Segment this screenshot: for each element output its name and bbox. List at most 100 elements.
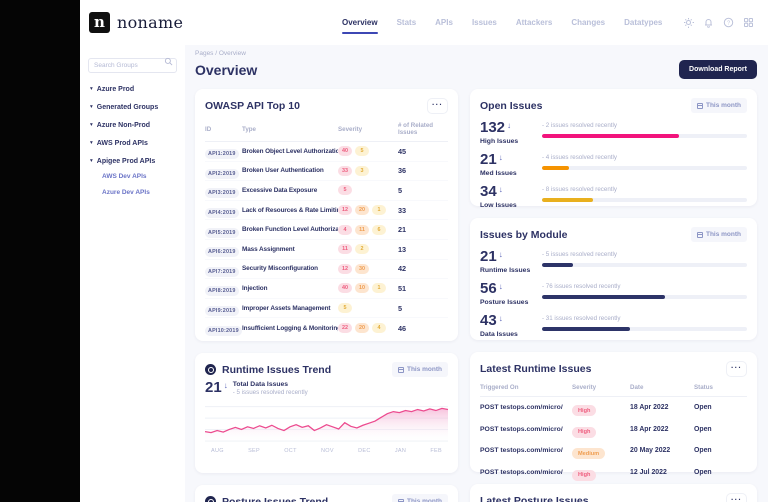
more-menu-icon[interactable]: ··· — [427, 98, 448, 114]
owasp-table-row[interactable]: API3:2019Excessive Data Exposure55 — [205, 181, 448, 201]
metric-note: - 76 issues resolved recently — [542, 283, 747, 290]
severity-badge: High — [572, 405, 596, 416]
related-issues-count: 51 — [398, 284, 448, 293]
sidebar-item-aws-prod-apis[interactable]: ▾ AWS Prod APIs — [90, 140, 177, 147]
owasp-top10-card: OWASP API Top 10 ··· ID Type Severity # … — [195, 89, 458, 341]
issue-endpoint: POST testops.com/micro/ — [480, 469, 572, 476]
related-issues-count: 33 — [398, 206, 448, 215]
gear-icon[interactable] — [683, 17, 694, 28]
api-id-pill: API3:2019 — [205, 188, 239, 198]
severity-badge: 10 — [355, 283, 369, 293]
severity-badge: 22 — [338, 323, 352, 333]
more-menu-icon[interactable]: ··· — [726, 493, 747, 502]
owasp-table-row[interactable]: API4:2019Lack of Resources & Rate Limiti… — [205, 201, 448, 221]
sidebar-item-aws-dev-apis[interactable]: AWS Dev APIs — [102, 173, 177, 180]
nav-attackers[interactable]: Attackers — [516, 18, 552, 27]
this-month-filter[interactable]: This month — [392, 494, 448, 502]
x-axis-labels: AUG SEP OCT NOV DEC JAN FEB — [205, 447, 448, 454]
owasp-table-row[interactable]: API10:2019Insufficient Logging & Monitor… — [205, 318, 448, 338]
api-id-pill: API7:2019 — [205, 267, 239, 277]
month-tick: SEP — [248, 448, 260, 454]
nav-stats[interactable]: Stats — [397, 18, 417, 27]
progress-bar — [542, 198, 593, 202]
related-issues-count: 45 — [398, 147, 448, 156]
down-arrow-icon: ↓ — [499, 282, 503, 291]
latest-issue-row[interactable]: POST testops.com/micro/High18 Apr 2022Op… — [480, 397, 747, 419]
related-issues-count: 21 — [398, 225, 448, 234]
owasp-table-row[interactable]: API1:2019Broken Object Level Authorizati… — [205, 142, 448, 162]
nav-issues[interactable]: Issues — [472, 18, 497, 27]
sidebar-item-azure-prod[interactable]: ▾ Azure Prod — [90, 86, 177, 93]
this-month-filter[interactable]: This month — [691, 98, 747, 113]
this-month-filter[interactable]: This month — [392, 362, 448, 377]
period-label: This month — [706, 102, 741, 109]
owasp-table-row[interactable]: API6:2019Mass Assignment11213 — [205, 240, 448, 260]
period-label: This month — [407, 498, 442, 502]
content-area: Pages / Overview Overview Download Repor… — [185, 45, 768, 502]
brand-logo[interactable]: n noname — [89, 12, 183, 33]
nav-changes[interactable]: Changes — [571, 18, 605, 27]
metric-label: Data Issues — [480, 331, 542, 338]
severity-badge: 5 — [338, 303, 352, 313]
latest-issue-row[interactable]: POST testops.com/micro/High18 Apr 2022Op… — [480, 419, 747, 441]
severity-badges: 40101 — [338, 283, 398, 293]
owasp-table-row[interactable]: API9:2019Improper Assets Management55 — [205, 299, 448, 319]
severity-badges: 1230 — [338, 264, 398, 274]
bell-icon[interactable] — [703, 17, 714, 28]
month-tick: JAN — [395, 448, 406, 454]
top-navigation: Overview Stats APIs Issues Attackers Cha… — [342, 0, 662, 45]
latest-issue-row[interactable]: POST testops.com/micro/High12 Jul 2022Op… — [480, 462, 747, 484]
help-icon[interactable]: ? — [723, 17, 734, 28]
related-issues-count: 5 — [398, 304, 448, 313]
apigee-children: AWS Dev APIs Azure Dev APIs — [102, 173, 177, 196]
owasp-table-row[interactable]: API8:2019Injection4010151 — [205, 279, 448, 299]
sidebar-item-apigee-prod-apis[interactable]: ▾ Apigee Prod APIs — [90, 158, 177, 165]
metric-right: - 2 issues resolved recently — [542, 120, 747, 138]
severity-badge: 4 — [372, 323, 386, 333]
card-title: Open Issues — [480, 100, 542, 112]
owasp-table-row[interactable]: API7:2019Security Misconfiguration123042 — [205, 260, 448, 280]
related-issues-count: 5 — [398, 186, 448, 195]
latest-issue-row[interactable]: POST testops.com/micro/Medium20 May 2022… — [480, 440, 747, 462]
severity-badge: High — [572, 470, 596, 481]
stat-label: Total Data Issues — [233, 381, 308, 388]
severity-badge: 40 — [338, 283, 352, 293]
target-icon — [205, 496, 216, 502]
api-id-pill: API4:2019 — [205, 208, 239, 218]
card-title: Issues by Module — [480, 229, 568, 241]
this-month-filter[interactable]: This month — [691, 227, 747, 242]
down-arrow-icon: ↓ — [499, 185, 503, 194]
brand-wordmark: noname — [117, 13, 183, 32]
api-id-pill: API5:2019 — [205, 228, 239, 238]
sidebar-item-azure-non-prod[interactable]: ▾ Azure Non-Prod — [90, 122, 177, 129]
api-id-pill: API9:2019 — [205, 306, 239, 316]
month-tick: OCT — [284, 448, 297, 454]
issue-type: Broken Function Level Authorization — [242, 226, 338, 233]
issue-type: Injection — [242, 285, 338, 292]
progress-bar — [542, 327, 630, 331]
nav-apis[interactable]: APIs — [435, 18, 453, 27]
owasp-table-row[interactable]: API2:2019Broken User Authentication33336 — [205, 162, 448, 182]
noname-logo-icon: n — [89, 12, 110, 33]
severity-badges: 22204 — [338, 323, 398, 333]
owasp-table-row[interactable]: API5:2019Broken Function Level Authoriza… — [205, 220, 448, 240]
sidebar-item-azure-dev-apis[interactable]: Azure Dev APIs — [102, 189, 177, 196]
nav-datatypes[interactable]: Datatypes — [624, 18, 662, 27]
sidebar-item-generated-groups[interactable]: ▾ Generated Groups — [90, 104, 177, 111]
top-bar: n noname Overview Stats APIs Issues Atta… — [80, 0, 768, 45]
more-menu-icon[interactable]: ··· — [726, 361, 747, 377]
metric-note: - 2 issues resolved recently — [542, 122, 747, 129]
apps-grid-icon[interactable] — [743, 17, 754, 28]
severity-badges: 405 — [338, 146, 398, 156]
month-tick: NOV — [321, 448, 334, 454]
download-report-button[interactable]: Download Report — [679, 60, 757, 79]
nav-overview[interactable]: Overview — [342, 18, 378, 27]
severity-badge: 3 — [355, 166, 369, 176]
owasp-card-header: OWASP API Top 10 ··· — [205, 98, 448, 114]
down-arrow-icon: ↓ — [499, 153, 503, 162]
column-header-date: Date — [630, 384, 694, 391]
metric-right: - 4 issues resolved recently — [542, 152, 747, 170]
runtime-trend-chart: AUG SEP OCT NOV DEC JAN FEB — [205, 398, 448, 454]
latest-runtime-issues-card: Latest Runtime Issues ··· Triggered On S… — [470, 352, 757, 472]
metric-row: 43↓Data Issues- 31 issues resolved recen… — [480, 313, 747, 338]
